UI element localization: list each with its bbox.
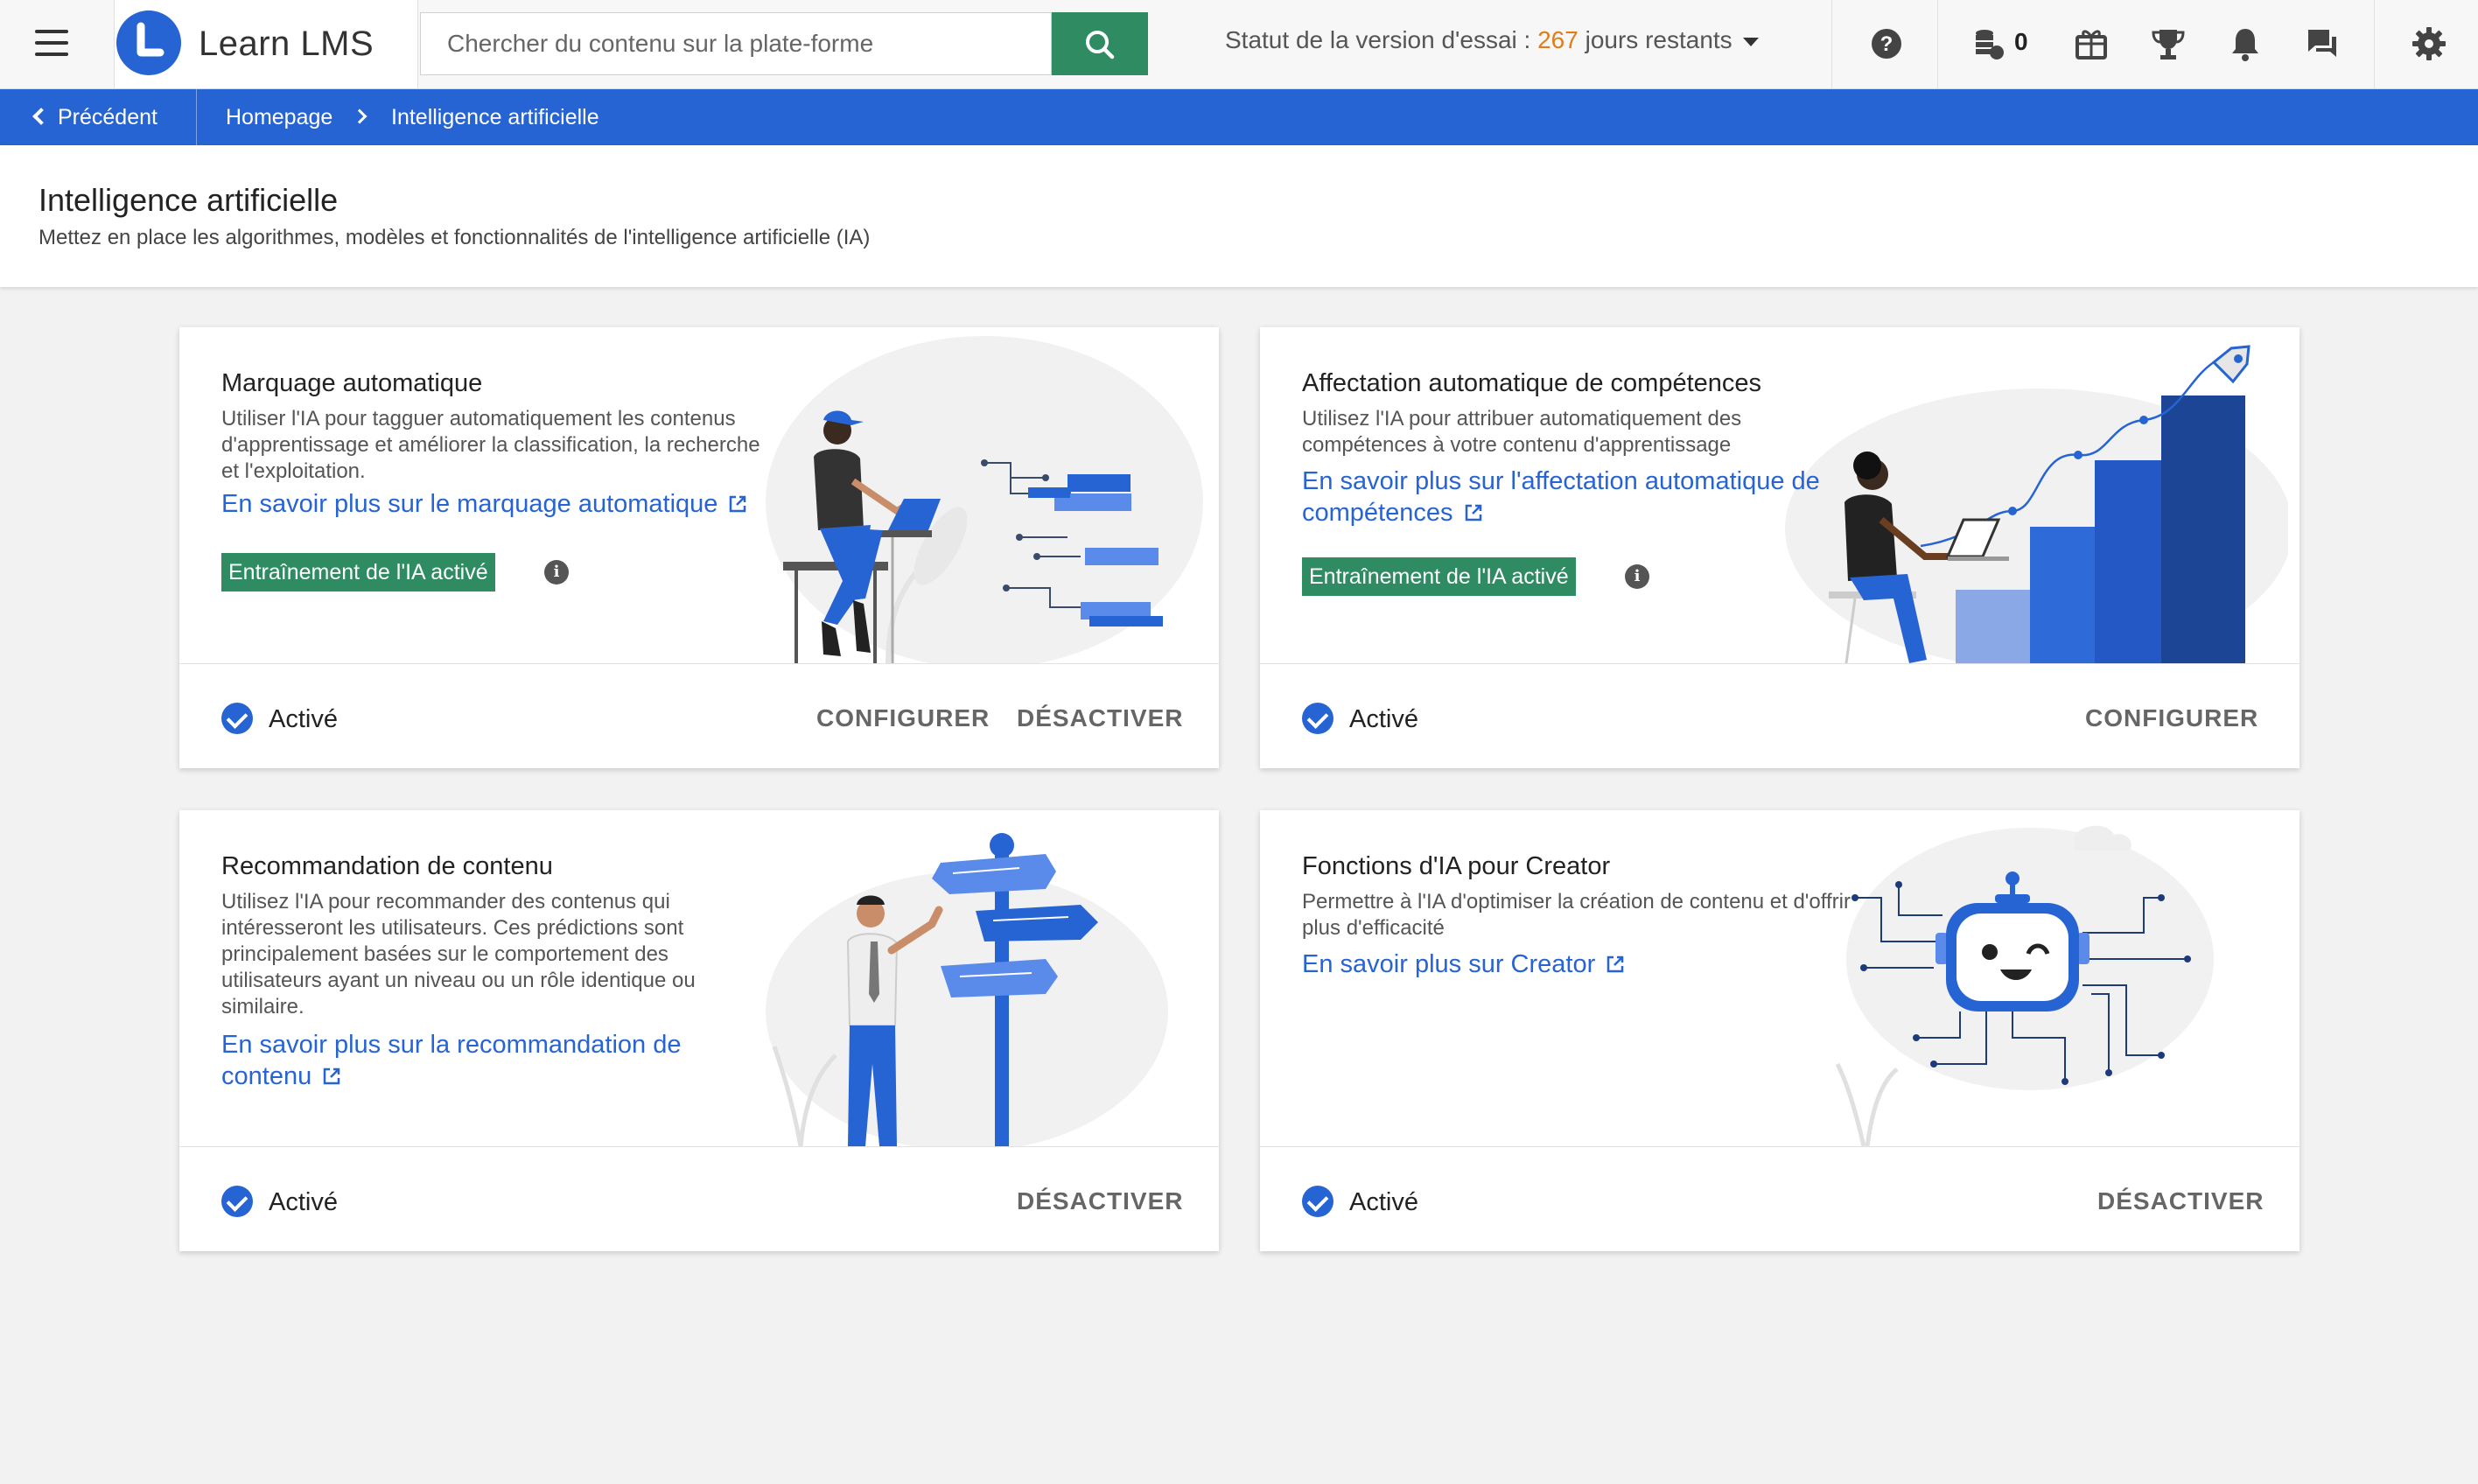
card-description: Utilisez l'IA pour attribuer automatique… bbox=[1302, 407, 1742, 457]
logo[interactable]: Learn LMS bbox=[114, 0, 418, 88]
configure-button[interactable]: CONFIGURER bbox=[816, 704, 990, 732]
card-description: Permettre à l'IA d'optimiser la création… bbox=[1302, 890, 1851, 940]
chat-icon[interactable] bbox=[2303, 24, 2342, 63]
card-auto-skills: Affectation automatique de compétences U… bbox=[1260, 327, 2300, 768]
bell-icon[interactable] bbox=[2226, 24, 2264, 63]
external-link-icon bbox=[1607, 956, 1624, 973]
svg-text:?: ? bbox=[1880, 32, 1894, 56]
top-bar: Learn LMS Statut de la version d'essai :… bbox=[0, 0, 2478, 89]
deactivate-button[interactable]: DÉSACTIVER bbox=[2097, 1187, 2264, 1215]
back-label: Précédent bbox=[58, 105, 158, 130]
external-link-icon bbox=[730, 495, 746, 513]
card-title: Affectation automatique de compétences bbox=[1302, 369, 1762, 397]
configure-button[interactable]: CONFIGURER bbox=[2085, 704, 2258, 732]
check-circle-icon bbox=[221, 1186, 253, 1217]
deactivate-button[interactable]: DÉSACTIVER bbox=[1017, 704, 1183, 732]
status-label: Activé bbox=[269, 705, 338, 733]
card-title: Marquage automatique bbox=[221, 369, 483, 397]
card-auto-tagging: Marquage automatique Utiliser l'IA pour … bbox=[179, 327, 1219, 768]
learn-more-auto-tagging-link[interactable]: En savoir plus sur le marquage automatiq… bbox=[221, 488, 747, 520]
deactivate-button[interactable]: DÉSACTIVER bbox=[1017, 1187, 1183, 1215]
page-header: Intelligence artificielle Mettez en plac… bbox=[0, 145, 2478, 287]
trial-suffix: jours restants bbox=[1578, 26, 1732, 53]
gift-icon[interactable] bbox=[2072, 24, 2110, 63]
page-title: Intelligence artificielle bbox=[38, 182, 339, 218]
search-input[interactable] bbox=[420, 12, 1052, 75]
check-circle-icon bbox=[221, 703, 253, 734]
trial-days: 267 bbox=[1537, 26, 1578, 53]
gear-icon[interactable] bbox=[2410, 24, 2448, 63]
search-icon bbox=[1086, 30, 1115, 59]
card-content-recommendation: Recommandation de contenu Utilisez l'IA … bbox=[179, 810, 1219, 1251]
skills-illustration bbox=[1785, 345, 2288, 663]
logo-text: Learn LMS bbox=[199, 24, 374, 63]
breadcrumb: Précédent Homepage Intelligence artifici… bbox=[0, 89, 2478, 145]
external-link-icon bbox=[323, 1068, 340, 1085]
link-label: En savoir plus sur le marquage automatiq… bbox=[221, 490, 718, 518]
divider bbox=[196, 89, 197, 145]
chevron-down-icon bbox=[1742, 37, 1759, 46]
card-creator-ai: Fonctions d'IA pour Creator Permettre à … bbox=[1260, 810, 2300, 1251]
breadcrumb-home[interactable]: Homepage bbox=[226, 105, 332, 130]
status-label: Activé bbox=[1349, 705, 1418, 733]
divider bbox=[2374, 0, 2375, 88]
learn-more-auto-skills-link[interactable]: En savoir plus sur l'affectation automat… bbox=[1302, 466, 1820, 528]
check-circle-icon bbox=[1302, 703, 1334, 734]
breadcrumb-current: Intelligence artificielle bbox=[391, 105, 599, 130]
trophy-icon[interactable] bbox=[2149, 24, 2188, 63]
card-footer: Activé CONFIGURER DÉSACTIVER bbox=[179, 663, 1219, 768]
link-label: En savoir plus sur Creator bbox=[1302, 950, 1596, 978]
info-icon[interactable]: i bbox=[1625, 564, 1649, 589]
recommendation-illustration bbox=[766, 833, 1168, 1146]
ai-training-badge: Entraînement de l'IA activé bbox=[221, 553, 495, 592]
help-icon[interactable]: ? bbox=[1867, 24, 1906, 63]
chevron-right-icon bbox=[352, 108, 368, 124]
status-label: Activé bbox=[1349, 1188, 1418, 1216]
learn-more-creator-link[interactable]: En savoir plus sur Creator bbox=[1302, 948, 1625, 980]
link-label-line-2: contenu bbox=[221, 1062, 312, 1090]
status-indicator: Activé bbox=[221, 703, 338, 734]
menu-icon[interactable] bbox=[35, 30, 68, 58]
external-link-icon bbox=[1465, 504, 1481, 522]
trial-status-dropdown[interactable]: Statut de la version d'essai : 267 jours… bbox=[1225, 26, 1759, 54]
card-footer: Activé DÉSACTIVER bbox=[1260, 1146, 2300, 1251]
card-title: Recommandation de contenu bbox=[221, 852, 553, 880]
card-footer: Activé CONFIGURER bbox=[1260, 663, 2300, 768]
tagging-illustration bbox=[766, 336, 1203, 663]
coins-icon[interactable] bbox=[1970, 24, 2009, 63]
logo-mark bbox=[116, 10, 181, 75]
trial-prefix: Statut de la version d'essai : bbox=[1225, 26, 1538, 53]
card-footer: Activé DÉSACTIVER bbox=[179, 1146, 1219, 1251]
status-indicator: Activé bbox=[1302, 703, 1418, 734]
status-label: Activé bbox=[269, 1188, 338, 1216]
search-button[interactable] bbox=[1052, 12, 1148, 75]
link-label-line-1: En savoir plus sur l'affectation automat… bbox=[1302, 467, 1820, 495]
check-circle-icon bbox=[1302, 1186, 1334, 1217]
creator-robot-illustration bbox=[1835, 825, 2214, 1146]
status-indicator: Activé bbox=[1302, 1186, 1418, 1217]
learn-more-recommendation-link[interactable]: En savoir plus sur la recommandation de c… bbox=[221, 1029, 681, 1092]
info-icon[interactable]: i bbox=[544, 560, 569, 584]
link-label-line-1: En savoir plus sur la recommandation de bbox=[221, 1031, 682, 1059]
link-label-line-2: compétences bbox=[1302, 499, 1453, 527]
ai-training-badge: Entraînement de l'IA activé bbox=[1302, 557, 1576, 596]
card-description: Utilisez l'IA pour recommander des conte… bbox=[221, 890, 696, 1018]
divider bbox=[1937, 0, 1938, 88]
status-indicator: Activé bbox=[221, 1186, 338, 1217]
card-title: Fonctions d'IA pour Creator bbox=[1302, 852, 1611, 880]
divider bbox=[1831, 0, 1832, 88]
card-description: Utiliser l'IA pour tagguer automatiqueme… bbox=[221, 407, 760, 483]
coins-count: 0 bbox=[2014, 28, 2028, 55]
page-subtitle: Mettez en place les algorithmes, modèles… bbox=[38, 226, 871, 249]
chevron-left-icon bbox=[32, 108, 50, 125]
back-link[interactable]: Précédent bbox=[32, 105, 158, 130]
